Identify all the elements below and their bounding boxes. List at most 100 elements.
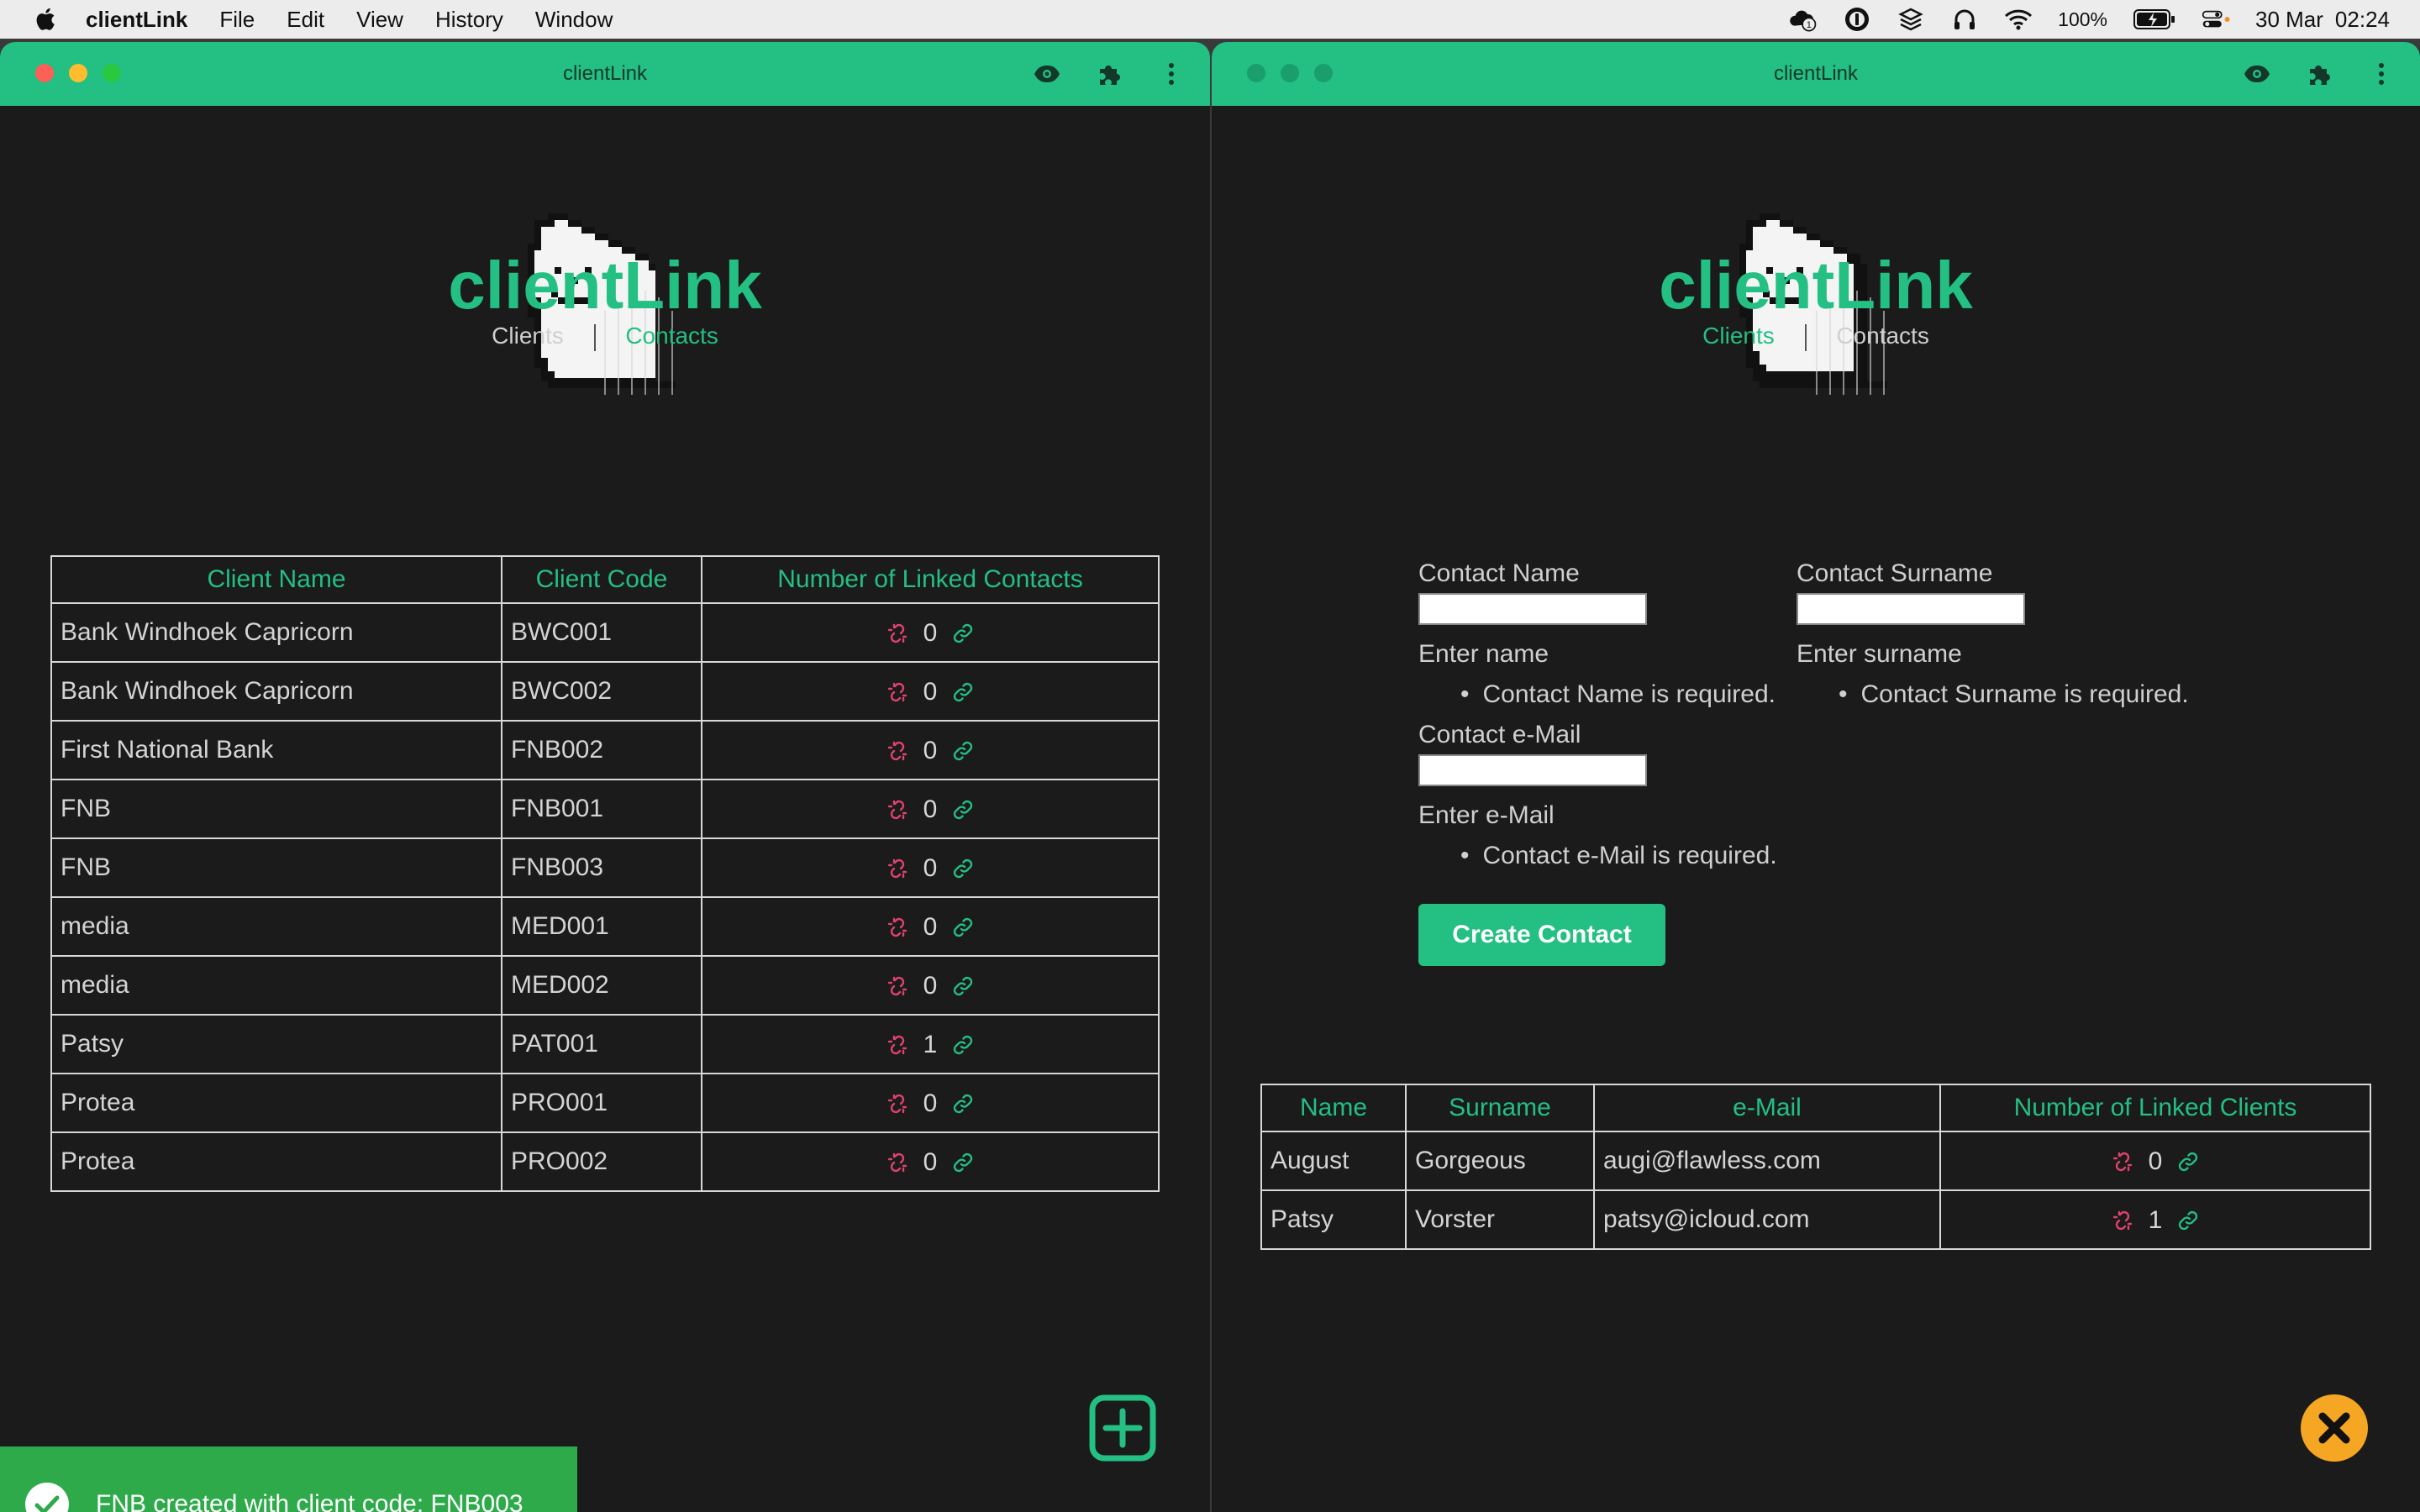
table-row[interactable]: Patsy PAT001 1: [50, 1014, 1160, 1074]
password-manager-icon[interactable]: [1843, 5, 1871, 34]
link-icon[interactable]: [952, 740, 974, 762]
unlink-icon[interactable]: [886, 622, 908, 644]
unlink-icon[interactable]: [886, 858, 908, 879]
table-row[interactable]: FNB FNB001 0: [50, 779, 1160, 839]
column-header-linked-clients[interactable]: Number of Linked Clients: [1939, 1084, 2371, 1132]
unlink-icon[interactable]: [886, 975, 908, 997]
menu-app-name[interactable]: clientLink: [86, 7, 187, 33]
menu-view[interactable]: View: [356, 7, 403, 33]
menubar-time[interactable]: 02:24: [2335, 7, 2390, 33]
unlink-icon[interactable]: [886, 916, 908, 938]
titlebar[interactable]: clientLink: [0, 42, 1210, 106]
client-name-cell: FNB: [50, 837, 502, 898]
menubar-date[interactable]: 30 Mar: [2255, 7, 2323, 33]
notification-cloud-icon[interactable]: 1: [1789, 5, 1818, 34]
table-row[interactable]: Bank Windhoek Capricorn BWC002 0: [50, 661, 1160, 722]
table-row[interactable]: August Gorgeous augi@flawless.com 0: [1260, 1131, 2371, 1191]
kebab-menu-icon[interactable]: [2368, 60, 2395, 87]
link-icon[interactable]: [2177, 1210, 2199, 1231]
unlink-icon[interactable]: [886, 740, 908, 762]
column-header-client-code[interactable]: Client Code: [501, 555, 702, 604]
unlink-icon[interactable]: [886, 1034, 908, 1056]
contact-name-error: Contact Name is required.: [1460, 680, 1776, 709]
table-row[interactable]: Protea PRO001 0: [50, 1073, 1160, 1133]
table-row[interactable]: FNB FNB003 0: [50, 837, 1160, 898]
zoom-window-button[interactable]: [1314, 64, 1333, 82]
titlebar[interactable]: clientLink: [1212, 42, 2420, 106]
link-icon[interactable]: [952, 622, 974, 644]
table-row[interactable]: Protea PRO002 0: [50, 1131, 1160, 1192]
link-icon[interactable]: [2177, 1151, 2199, 1173]
kebab-menu-icon[interactable]: [1158, 60, 1185, 87]
eye-icon[interactable]: [2244, 60, 2270, 87]
nav-contacts[interactable]: Contacts: [625, 323, 718, 349]
menu-file[interactable]: File: [219, 7, 255, 33]
linked-contacts-cell: 0: [701, 1131, 1160, 1192]
unlink-icon[interactable]: [886, 1152, 908, 1173]
clients-page: clientLink Clients Contacts Client Name …: [0, 106, 1210, 1512]
main-nav: Clients Contacts: [0, 323, 1210, 351]
unlink-icon[interactable]: [2112, 1151, 2133, 1173]
close-form-button[interactable]: [2299, 1393, 2370, 1463]
menubar: clientLink File Edit View History Window…: [0, 0, 2420, 39]
unlink-icon[interactable]: [886, 1093, 908, 1115]
link-icon[interactable]: [952, 1152, 974, 1173]
client-name-cell: First National Bank: [50, 720, 502, 780]
linked-clients-cell: 1: [1939, 1189, 2371, 1250]
close-window-button[interactable]: [1247, 64, 1265, 82]
battery-icon[interactable]: [2133, 5, 2176, 34]
link-icon[interactable]: [952, 799, 974, 821]
unlink-icon[interactable]: [886, 681, 908, 703]
column-header-email[interactable]: e-Mail: [1593, 1084, 1941, 1132]
menu-edit[interactable]: Edit: [287, 7, 324, 33]
layers-icon[interactable]: [1897, 5, 1925, 34]
wifi-icon[interactable]: [2004, 5, 2033, 34]
eye-icon[interactable]: [1034, 60, 1060, 87]
link-icon[interactable]: [952, 858, 974, 879]
contact-surname-cell: Vorster: [1405, 1189, 1595, 1250]
table-row[interactable]: Patsy Vorster patsy@icloud.com 1: [1260, 1189, 2371, 1250]
column-header-linked-contacts[interactable]: Number of Linked Contacts: [701, 555, 1160, 604]
toast-message: FNB created with client code: FNB003: [96, 1490, 523, 1512]
column-header-client-name[interactable]: Client Name: [50, 555, 502, 604]
link-icon[interactable]: [952, 1093, 974, 1115]
column-header-name[interactable]: Name: [1260, 1084, 1407, 1132]
minimize-window-button[interactable]: [69, 64, 87, 82]
control-center-icon[interactable]: [2202, 5, 2230, 34]
contact-surname-error: Contact Surname is required.: [1839, 680, 2189, 709]
link-icon[interactable]: [952, 916, 974, 938]
minimize-window-button[interactable]: [1281, 64, 1299, 82]
unlink-icon[interactable]: [2112, 1210, 2133, 1231]
linked-count: 0: [923, 795, 938, 823]
client-name-cell: media: [50, 955, 502, 1016]
menu-history[interactable]: History: [435, 7, 503, 33]
add-client-button[interactable]: [1089, 1394, 1156, 1462]
link-icon[interactable]: [952, 681, 974, 703]
nav-clients[interactable]: Clients: [492, 323, 564, 349]
contact-surname-hint: Enter surname: [1797, 640, 1962, 668]
table-row[interactable]: First National Bank FNB002 0: [50, 720, 1160, 780]
headphones-icon[interactable]: [1950, 5, 1979, 34]
link-icon[interactable]: [952, 975, 974, 997]
close-window-button[interactable]: [35, 64, 54, 82]
unlink-icon[interactable]: [886, 799, 908, 821]
create-contact-button[interactable]: Create Contact: [1418, 904, 1665, 966]
nav-clients[interactable]: Clients: [1702, 323, 1775, 349]
column-header-surname[interactable]: Surname: [1405, 1084, 1595, 1132]
contact-name-input[interactable]: [1418, 593, 1647, 625]
contact-surname-input[interactable]: [1797, 593, 2025, 625]
contact-email-input[interactable]: [1418, 754, 1647, 786]
zoom-window-button[interactable]: [103, 64, 121, 82]
nav-contacts[interactable]: Contacts: [1836, 323, 1929, 349]
link-icon[interactable]: [952, 1034, 974, 1056]
puzzle-icon[interactable]: [2306, 60, 2333, 87]
menu-window[interactable]: Window: [535, 7, 613, 33]
apple-icon[interactable]: [34, 7, 55, 32]
linked-count: 0: [923, 971, 938, 1000]
window-title: clientLink: [1773, 62, 1859, 85]
toast-notification[interactable]: FNB created with client code: FNB003: [0, 1446, 577, 1512]
table-row[interactable]: media MED002 0: [50, 955, 1160, 1016]
table-row[interactable]: media MED001 0: [50, 896, 1160, 957]
table-row[interactable]: Bank Windhoek Capricorn BWC001 0: [50, 602, 1160, 663]
puzzle-icon[interactable]: [1096, 60, 1123, 87]
